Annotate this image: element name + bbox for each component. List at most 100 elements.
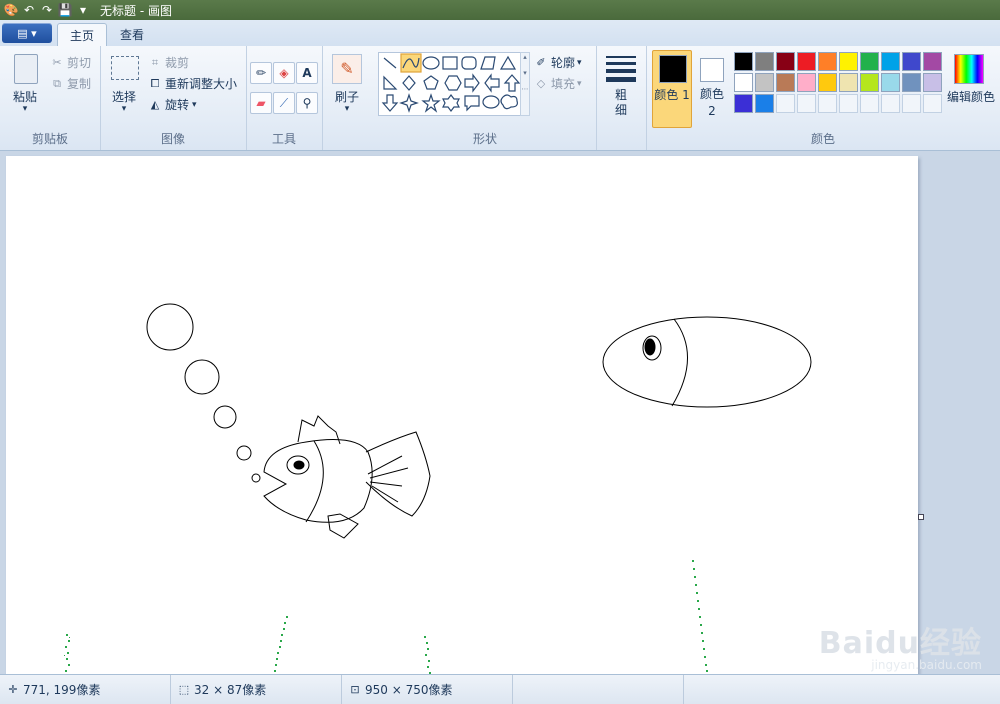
pencil-icon[interactable]: ✏ <box>250 62 272 84</box>
large-fish-drawing <box>602 316 812 408</box>
seaweed-4 <box>692 560 708 672</box>
oval-callout-shape-icon <box>482 95 500 109</box>
scissors-icon: ✂ <box>52 55 62 69</box>
palette-empty-swatch[interactable] <box>818 94 837 113</box>
palette-empty-swatch[interactable] <box>902 94 921 113</box>
palette-color-swatch[interactable] <box>776 52 795 71</box>
palette-color-swatch[interactable] <box>734 52 753 71</box>
brush-icon[interactable]: ✎ <box>332 54 362 84</box>
palette-color-swatch[interactable] <box>755 94 774 113</box>
colors-group-label: 颜色 <box>810 132 835 146</box>
palette-empty-swatch[interactable] <box>860 94 879 113</box>
magnifier-icon[interactable]: ⚲ <box>296 92 318 114</box>
line-width-icon[interactable] <box>606 56 636 82</box>
brushes-dropdown-icon[interactable]: ▾ <box>324 104 370 114</box>
palette-color-swatch[interactable] <box>923 52 942 71</box>
canvas-drawing <box>64 303 812 674</box>
select-button[interactable]: 选择 <box>104 88 144 105</box>
palette-color-swatch[interactable] <box>734 94 753 113</box>
color2-label: 颜色 2 <box>699 87 724 118</box>
brushes-group: ✎ 刷子 ▾ <box>322 46 374 150</box>
size-button[interactable]: 粗细 <box>610 88 632 118</box>
clipboard-group: 粘贴 ▾ ✂ 剪切 ⧉ 复制 剪贴板 <box>0 46 101 150</box>
fill-bucket-icon[interactable]: ◈ <box>273 62 295 84</box>
customize-quick-access-icon[interactable]: ▾ <box>76 3 90 17</box>
cursor-position: 771, 199像素 <box>23 683 101 697</box>
palette-color-swatch[interactable] <box>881 52 900 71</box>
crop-button[interactable]: ⌗ 裁剪 <box>148 54 189 71</box>
shapes-group: ▴ ▾ ⋯ ✐ 轮廓 ▾ ◇ 填充 ▾ 形状 <box>374 46 597 150</box>
palette-color-swatch[interactable] <box>818 52 837 71</box>
tab-home[interactable]: 主页 <box>57 23 108 47</box>
palette-color-swatch[interactable] <box>839 52 858 71</box>
palette-color-swatch[interactable] <box>923 73 942 92</box>
palette-color-swatch[interactable] <box>755 73 774 92</box>
redo-icon[interactable]: ↷ <box>40 3 54 17</box>
paste-icon[interactable] <box>14 54 38 84</box>
resize-button[interactable]: ⧠ 重新调整大小 <box>148 75 237 92</box>
save-icon[interactable]: 💾 <box>58 3 73 17</box>
palette-color-swatch[interactable] <box>839 73 858 92</box>
paint-app-icon[interactable]: 🎨 <box>4 3 19 17</box>
palette-color-swatch[interactable] <box>776 73 795 92</box>
text-tool-icon[interactable]: A <box>296 62 318 84</box>
shapes-gallery[interactable] <box>378 52 530 116</box>
shapes-scrollbar[interactable]: ▴ ▾ ⋯ <box>520 52 530 116</box>
app-menu-button[interactable]: ▤ ▾ <box>2 23 52 43</box>
palette-color-swatch[interactable] <box>860 52 879 71</box>
canvas-workspace[interactable]: Baidu经验 jingyan.baidu.com <box>0 151 1000 674</box>
edit-colors-icon[interactable] <box>954 54 984 84</box>
rectangle-shape-icon <box>442 56 458 70</box>
paste-button[interactable]: 粘贴 <box>4 88 46 105</box>
crop-label: 裁剪 <box>165 56 190 70</box>
palette-color-swatch[interactable] <box>860 73 879 92</box>
seaweed-2 <box>274 616 288 672</box>
palette-color-swatch[interactable] <box>818 73 837 92</box>
color1-selector[interactable]: 颜色 1 <box>652 50 692 128</box>
palette-color-swatch[interactable] <box>755 52 774 71</box>
select-dropdown-icon[interactable]: ▾ <box>104 104 144 114</box>
brushes-button[interactable]: 刷子 <box>324 88 370 105</box>
palette-empty-swatch[interactable] <box>797 94 816 113</box>
edit-colors-button[interactable]: 编辑颜色 <box>944 88 998 105</box>
undo-icon[interactable]: ↶ <box>22 3 36 17</box>
palette-empty-swatch[interactable] <box>881 94 900 113</box>
hexagon-shape-icon <box>444 75 462 91</box>
palette-color-swatch[interactable] <box>902 52 921 71</box>
left-arrow-shape-icon <box>484 73 500 93</box>
fill-button[interactable]: ◇ 填充 ▾ <box>534 75 582 92</box>
right-arrow-shape-icon <box>464 73 480 93</box>
palette-color-swatch[interactable] <box>797 52 816 71</box>
copy-label: 复制 <box>67 77 92 91</box>
cut-button[interactable]: ✂ 剪切 <box>50 54 91 71</box>
palette-color-swatch[interactable] <box>881 73 900 92</box>
palette-color-swatch[interactable] <box>797 73 816 92</box>
selection-icon: ⬚ <box>178 682 190 696</box>
ribbon-tabs: ▤ ▾ 主页 查看 <box>0 20 1000 47</box>
palette-empty-swatch[interactable] <box>776 94 795 113</box>
canvas-resize-handle[interactable] <box>918 514 924 520</box>
image-group: 选择 ▾ ⌗ 裁剪 ⧠ 重新调整大小 ◭ 旋转 ▾ 图像 <box>100 46 247 150</box>
rotate-button[interactable]: ◭ 旋转 ▾ <box>148 96 197 113</box>
paste-dropdown-icon[interactable]: ▾ <box>4 104 46 114</box>
palette-empty-swatch[interactable] <box>839 94 858 113</box>
outline-icon: ✐ <box>536 55 546 69</box>
color2-selector[interactable]: 颜色 2 <box>696 50 728 126</box>
six-point-star-shape-icon <box>442 94 460 112</box>
palette-color-swatch[interactable] <box>902 73 921 92</box>
up-arrow-shape-icon <box>503 74 521 92</box>
color-picker-icon[interactable]: ⟋ <box>273 92 295 114</box>
outline-button[interactable]: ✐ 轮廓 ▾ <box>534 54 581 71</box>
clipboard-group-label: 剪贴板 <box>31 132 68 146</box>
select-icon[interactable] <box>111 56 139 80</box>
drawing-canvas[interactable] <box>6 156 918 674</box>
eraser-icon[interactable]: ▰ <box>250 92 272 114</box>
palette-color-swatch[interactable] <box>734 73 753 92</box>
palette-empty-swatch[interactable] <box>923 94 942 113</box>
copy-button[interactable]: ⧉ 复制 <box>50 75 91 92</box>
pentagon-shape-icon <box>423 75 439 90</box>
tab-view[interactable]: 查看 <box>108 23 156 46</box>
bubble-5 <box>251 473 261 483</box>
fill-icon: ◇ <box>536 76 546 90</box>
size-group: 粗细 <box>596 46 647 150</box>
